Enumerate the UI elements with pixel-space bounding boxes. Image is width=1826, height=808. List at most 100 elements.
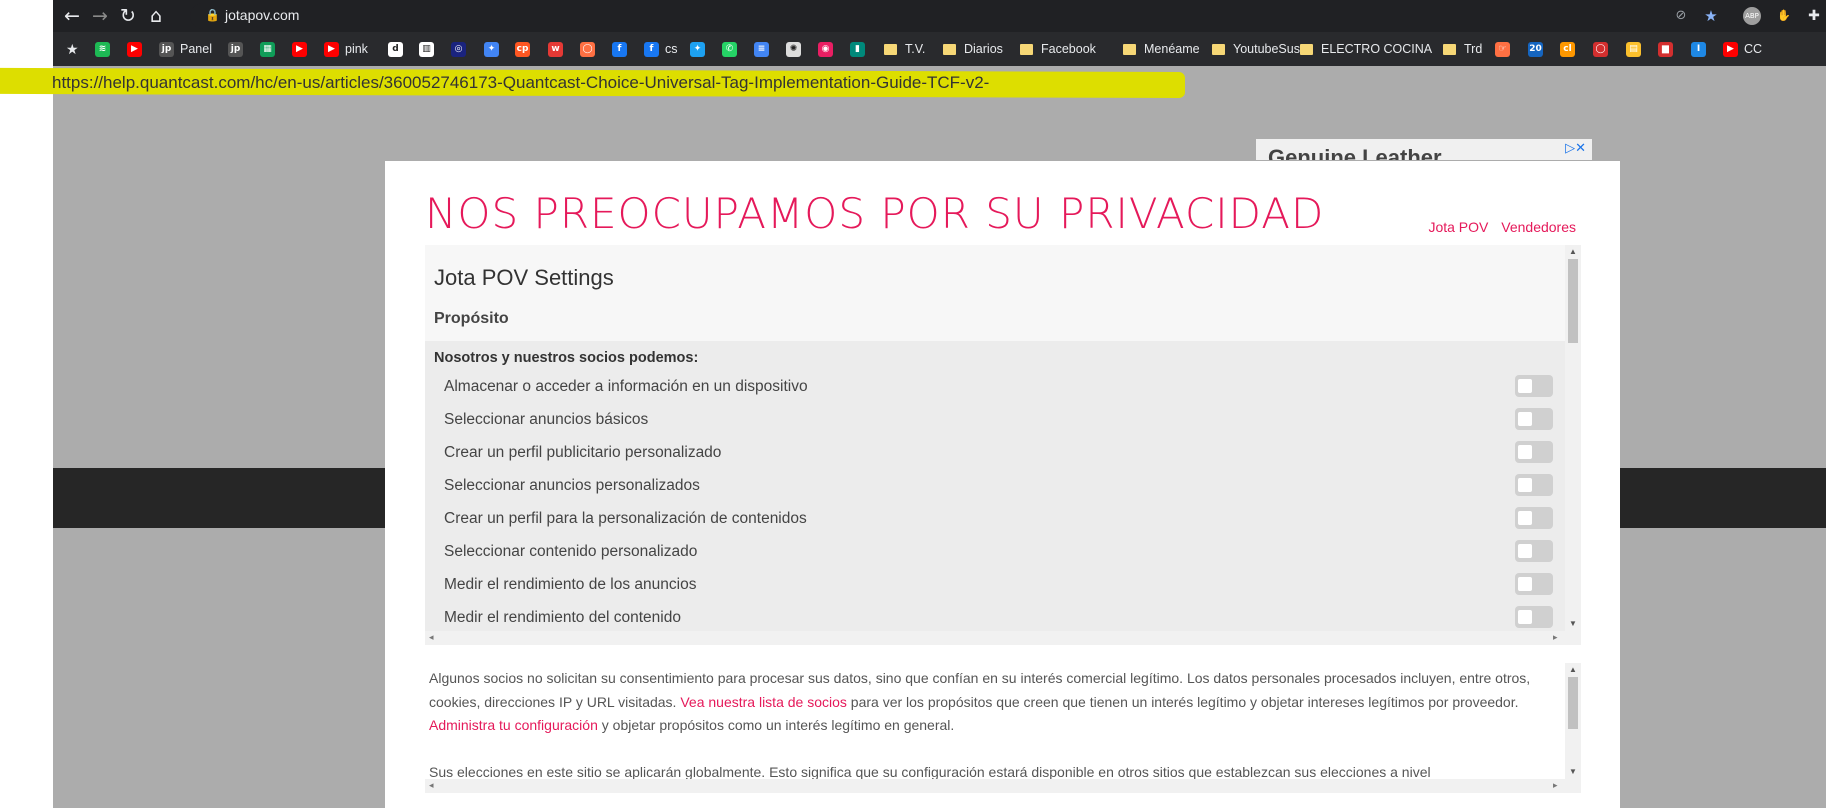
purpose-toggle[interactable] — [1515, 606, 1553, 628]
back-icon[interactable]: ← — [61, 5, 83, 27]
bookmark-item[interactable]: cp — [515, 40, 536, 58]
bookmark-item[interactable]: ▮ — [850, 40, 871, 58]
scroll-right-arrow-icon[interactable]: ▸ — [1553, 632, 1558, 643]
purpose-toggle[interactable] — [1515, 507, 1553, 529]
bookmark-item[interactable]: w — [548, 40, 569, 58]
lock-icon[interactable]: 🔒 — [205, 8, 220, 22]
striped-icon: ▤ — [1626, 41, 1641, 57]
scroll-up-arrow-icon[interactable]: ▲ — [1569, 247, 1577, 256]
bookmark-item[interactable]: ✦ — [690, 40, 711, 58]
bookmark-item[interactable]: jp Panel — [159, 40, 212, 58]
bookmark-item[interactable]: ◉ — [818, 40, 839, 58]
bookmark-item[interactable]: ✦ — [484, 40, 505, 58]
bookmark-item[interactable]: Facebook — [1020, 40, 1096, 58]
bookmark-item[interactable]: ✆ — [722, 40, 743, 58]
bookmark-item[interactable]: ELECTRO COCINA — [1300, 40, 1432, 58]
purpose-toggle[interactable] — [1515, 474, 1553, 496]
vendors-link[interactable]: Vendedores — [1501, 219, 1576, 235]
scroll-thumb[interactable] — [1568, 677, 1578, 729]
bookmark-item[interactable]: ▤ — [1626, 40, 1647, 58]
address-bar[interactable] — [190, 3, 1750, 29]
bookmark-item[interactable]: I — [1691, 40, 1712, 58]
extension-icon[interactable]: ✋ — [1775, 7, 1793, 25]
bookmark-item[interactable]: jp — [228, 40, 249, 58]
bookmark-item[interactable]: f — [612, 40, 633, 58]
bookmark-item[interactable]: ≡ — [754, 40, 775, 58]
purpose-row: Medir el rendimiento de los anuncios — [444, 573, 1553, 597]
consent-modal: NOS PREOCUPAMOS POR SU PRIVACIDAD Jota P… — [385, 161, 1620, 808]
star-icon[interactable]: ★ — [1702, 7, 1720, 25]
bookmark-item[interactable]: cl — [1560, 40, 1581, 58]
scroll-down-arrow-icon[interactable]: ▼ — [1569, 767, 1577, 776]
forward-icon[interactable]: → — [89, 5, 111, 27]
purpose-toggle[interactable] — [1515, 375, 1553, 397]
bookmark-item[interactable]: YoutubeSus — [1212, 40, 1300, 58]
purpose-row: Medir el rendimiento del contenido — [444, 606, 1553, 630]
bookmark-item[interactable]: ▥ — [419, 40, 440, 58]
bookmark-item[interactable]: ☞ — [1495, 40, 1516, 58]
spotify-icon: ≋ — [95, 41, 110, 57]
purpose-row: Seleccionar contenido personalizado — [444, 540, 1553, 564]
purpose-row: Almacenar o acceder a información en un … — [444, 375, 1553, 399]
publisher-link[interactable]: Jota POV — [1428, 219, 1488, 235]
info-hscrollbar[interactable]: ◂ ▸ — [425, 779, 1581, 793]
partners-list-link[interactable]: Vea nuestra lista de socios — [680, 694, 847, 710]
purpose-toggle[interactable] — [1515, 540, 1553, 562]
info-scrollbar[interactable]: ▲ ▼ — [1565, 663, 1581, 779]
purpose-toggle[interactable] — [1515, 573, 1553, 595]
bookmark-item[interactable]: ▶ pink — [324, 40, 368, 58]
adblock-icon[interactable]: ABP — [1743, 7, 1761, 25]
ad-text: Genuine Leather — [1268, 145, 1442, 160]
adchoices-icon[interactable]: ▷✕ — [1565, 140, 1586, 156]
bookmark-item[interactable]: f cs — [644, 40, 678, 58]
toggle-knob — [1518, 577, 1532, 591]
scroll-thumb[interactable] — [1568, 259, 1578, 343]
bookmark-star-icon[interactable]: ★ — [66, 40, 79, 58]
purpose-label: Seleccionar contenido personalizado — [444, 543, 698, 560]
ad-banner[interactable]: Genuine Leather ▷✕ — [1256, 139, 1592, 160]
purpose-row: Seleccionar anuncios básicos — [444, 408, 1553, 432]
home-icon[interactable]: ⌂ — [145, 5, 167, 27]
bookmark-item[interactable]: ◯ — [580, 40, 601, 58]
settings-hscrollbar[interactable]: ◂ ▸ — [425, 631, 1581, 645]
puzzle-icon[interactable]: ✚ — [1805, 7, 1823, 25]
purpose-toggle[interactable] — [1515, 441, 1553, 463]
bookmark-item[interactable]: ▶ — [292, 40, 313, 58]
bookmark-item[interactable]: ✺ — [786, 40, 807, 58]
sheets-icon: ▦ — [260, 41, 275, 57]
settings-scrollbar[interactable]: ▲ ▼ — [1565, 245, 1581, 631]
reload-icon[interactable]: ↻ — [117, 5, 139, 27]
manage-settings-link[interactable]: Administra tu configuración — [429, 717, 598, 733]
bookmark-item[interactable]: ▆ — [1658, 40, 1679, 58]
bookmark-item[interactable]: T.V. — [884, 40, 925, 58]
scroll-right-arrow-icon[interactable]: ▸ — [1553, 780, 1558, 791]
scroll-down-arrow-icon[interactable]: ▼ — [1569, 619, 1577, 628]
bookmark-item[interactable]: Menéame — [1123, 40, 1200, 58]
purposes-heading: Nosotros y nuestros socios podemos: — [434, 350, 699, 366]
youtube-icon: ▶ — [1723, 41, 1738, 57]
scroll-left-arrow-icon[interactable]: ◂ — [429, 780, 434, 791]
bookmark-item[interactable]: d — [388, 40, 409, 58]
purpose-toggle[interactable] — [1515, 408, 1553, 430]
eye-off-icon[interactable]: ⊘ — [1672, 7, 1690, 25]
bookmark-item[interactable]: Trd — [1443, 40, 1482, 58]
bookmark-item[interactable]: ≋ — [95, 40, 116, 58]
purpose-row: Crear un perfil para la personalización … — [444, 507, 1553, 531]
bookmark-item[interactable]: ◎ — [451, 40, 472, 58]
scroll-up-arrow-icon[interactable]: ▲ — [1569, 665, 1577, 674]
bookmark-item[interactable]: 20 — [1528, 40, 1549, 58]
address-bar-url[interactable]: jotapov.com — [225, 7, 299, 23]
purposes-list: Nosotros y nuestros socios podemos: Alma… — [425, 341, 1565, 645]
bookmark-item[interactable]: ▶ CC — [1723, 40, 1762, 58]
twitter-icon: ✦ — [690, 41, 705, 57]
bookmark-item[interactable]: ▶ — [127, 40, 148, 58]
bookmark-item[interactable]: Diarios — [943, 40, 1003, 58]
w-icon: w — [548, 41, 563, 57]
scroll-left-arrow-icon[interactable]: ◂ — [429, 632, 434, 643]
bookmark-item[interactable]: ◯ — [1593, 40, 1614, 58]
annotation-url: https://help.quantcast.com/hc/en-us/arti… — [52, 73, 990, 92]
folder-icon — [1123, 43, 1136, 55]
toggle-knob — [1518, 445, 1532, 459]
bookmark-item[interactable]: ▦ — [260, 40, 281, 58]
red-oval-icon: ◯ — [1593, 41, 1608, 57]
